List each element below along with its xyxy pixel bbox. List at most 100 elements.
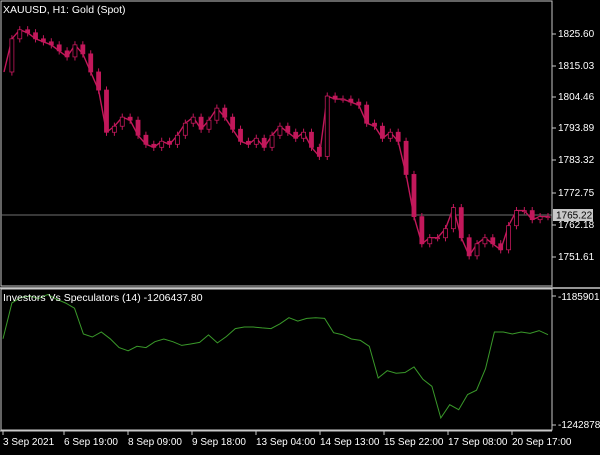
candle-body [246, 140, 251, 145]
candle-body [443, 228, 448, 239]
candle-body [190, 116, 196, 124]
candle-body [17, 29, 23, 40]
price-tick-1804: 1804.46 [552, 92, 595, 103]
candle-body [356, 101, 362, 106]
price-tick-1783: 1783.32 [552, 155, 595, 166]
candle-body [277, 125, 283, 136]
candle-body [537, 216, 543, 221]
price-tick-label: 1751.61 [558, 252, 595, 263]
candle-body [309, 131, 314, 148]
chart-window[interactable]: XAUUSD, H1: Gold (Spot) 1825.60 1815.03 … [0, 0, 600, 450]
candle-body [380, 125, 385, 139]
time-tick-label: 9 Sep 18:00 [192, 437, 246, 448]
candle-body [64, 50, 70, 58]
candle-body [514, 210, 519, 227]
candle-body [167, 140, 172, 145]
time-tick-label: 14 Sep 13:00 [320, 437, 380, 448]
candle-body [253, 137, 259, 145]
candle-body [25, 29, 31, 34]
price-tick-1772: 1772.75 [552, 188, 595, 199]
indicator-tick-label: -1185901.2 [558, 292, 600, 303]
candle-body [435, 237, 441, 240]
candle-body [482, 237, 488, 245]
candle-body [474, 243, 480, 257]
candle-body [419, 216, 425, 245]
candle-body [119, 116, 125, 127]
candle-body [96, 71, 102, 91]
candle-body [88, 53, 94, 73]
candle-body [521, 210, 527, 213]
candle-body [411, 174, 417, 218]
price-tick-label: 1783.32 [558, 155, 595, 166]
candle-body [324, 95, 330, 157]
candle-body [545, 216, 551, 219]
candle-body [127, 116, 133, 121]
time-tick-label: 17 Sep 08:00 [448, 437, 508, 448]
candle-body [285, 125, 291, 133]
candle-body [56, 44, 62, 52]
indicator-tick-top: -1185901.2 [552, 292, 600, 303]
candle-body [332, 95, 338, 100]
candle-body [529, 210, 535, 221]
candle-body [143, 134, 149, 145]
candle-body [301, 131, 306, 139]
bid-price-label: 1765.22 [553, 209, 593, 222]
price-tick-1762: 1762.18 [552, 220, 595, 231]
candle-body [151, 143, 157, 148]
candle-body [395, 131, 401, 142]
price-tick-1815: 1815.03 [552, 61, 595, 72]
candle-body [269, 134, 275, 148]
candle-body [214, 107, 220, 121]
time-tick-label: 15 Sep 22:00 [384, 437, 444, 448]
candle-body [182, 122, 188, 136]
candle-body [372, 122, 377, 127]
candle-body [261, 137, 267, 148]
candle-body [348, 98, 354, 103]
candle-body [48, 41, 54, 46]
candle-body [230, 116, 236, 130]
candle-body [104, 89, 109, 133]
candle-body [490, 237, 496, 245]
candle-body [506, 225, 511, 251]
candle-body [364, 104, 370, 124]
candle-body [41, 38, 46, 43]
candle-body [340, 98, 346, 101]
candle-body [387, 131, 393, 139]
candle-body [135, 119, 141, 136]
candle-body [316, 146, 322, 157]
candle-body [198, 116, 204, 130]
bid-price-value: 1765.22 [556, 211, 593, 222]
candle-body [111, 125, 117, 133]
candle-body [450, 207, 456, 230]
candle-body [293, 131, 299, 139]
time-tick-label: 6 Sep 19:00 [64, 437, 118, 448]
candle-body [427, 237, 433, 245]
time-tick-label: 8 Sep 09:00 [128, 437, 182, 448]
candle-body [498, 243, 504, 251]
price-tick-1793: 1793.89 [552, 123, 595, 134]
indicator-tick-label: -1242878.9 [558, 420, 600, 431]
candle-body [222, 107, 228, 118]
candle-body [175, 134, 180, 145]
candle-body [458, 207, 464, 239]
candle-body [206, 119, 212, 130]
symbol-title: XAUUSD, H1: Gold (Spot) [3, 4, 126, 16]
price-tick-label: 1762.18 [558, 220, 595, 231]
indicator-title: Investors Vs Speculators (14) -1206437.8… [3, 292, 203, 304]
candle-body [466, 237, 472, 257]
price-tick-1751: 1751.61 [552, 252, 595, 263]
candle-body [72, 44, 78, 58]
candle-body [33, 32, 38, 40]
price-tick-label: 1804.46 [558, 92, 595, 103]
price-tick-label: 1793.89 [558, 123, 595, 134]
candle-body [403, 140, 409, 175]
price-tick-label: 1815.03 [558, 61, 595, 72]
candle-body [80, 44, 86, 55]
time-tick-label: 3 Sep 2021 [3, 437, 55, 448]
price-tick-label: 1825.60 [558, 29, 595, 40]
price-tick-1825: 1825.60 [552, 29, 595, 40]
candle-body [238, 128, 243, 142]
time-tick-label: 13 Sep 04:00 [256, 437, 316, 448]
candle-body [9, 38, 15, 73]
indicator-tick-bottom: -1242878.9 [552, 420, 600, 431]
